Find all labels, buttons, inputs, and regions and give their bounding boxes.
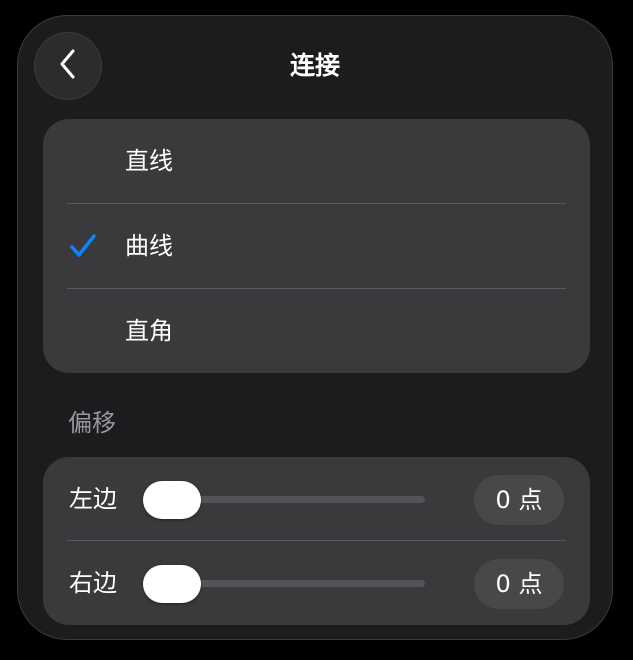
option-label: 曲线 xyxy=(125,232,173,260)
slider-row-left: 左边 0 点 xyxy=(43,457,590,541)
offset-sliders-group: 左边 0 点 右边 0 点 xyxy=(43,457,590,625)
connection-type-list: 直线 曲线 直角 xyxy=(43,119,590,373)
connection-popover: 连接 直线 曲线 直角 偏移 左边 0 点 右边 0 点 xyxy=(17,15,613,640)
slider-row-right: 右边 0 点 xyxy=(43,541,590,625)
slider-label: 右边 xyxy=(69,569,117,597)
option-label: 直角 xyxy=(125,317,173,345)
offset-section-label: 偏移 xyxy=(68,409,116,437)
value-field[interactable]: 0 点 xyxy=(474,475,564,525)
popover-title: 连接 xyxy=(289,51,340,80)
option-straight[interactable]: 直线 xyxy=(43,119,590,203)
slider-thumb[interactable] xyxy=(143,565,201,603)
option-curved[interactable]: 曲线 xyxy=(43,204,590,288)
option-label: 直线 xyxy=(125,147,173,175)
checkmark-icon xyxy=(69,233,97,263)
option-right-angle[interactable]: 直角 xyxy=(43,289,590,373)
value-field[interactable]: 0 点 xyxy=(474,559,564,609)
slider-thumb[interactable] xyxy=(143,481,201,519)
slider-label: 左边 xyxy=(69,485,117,513)
